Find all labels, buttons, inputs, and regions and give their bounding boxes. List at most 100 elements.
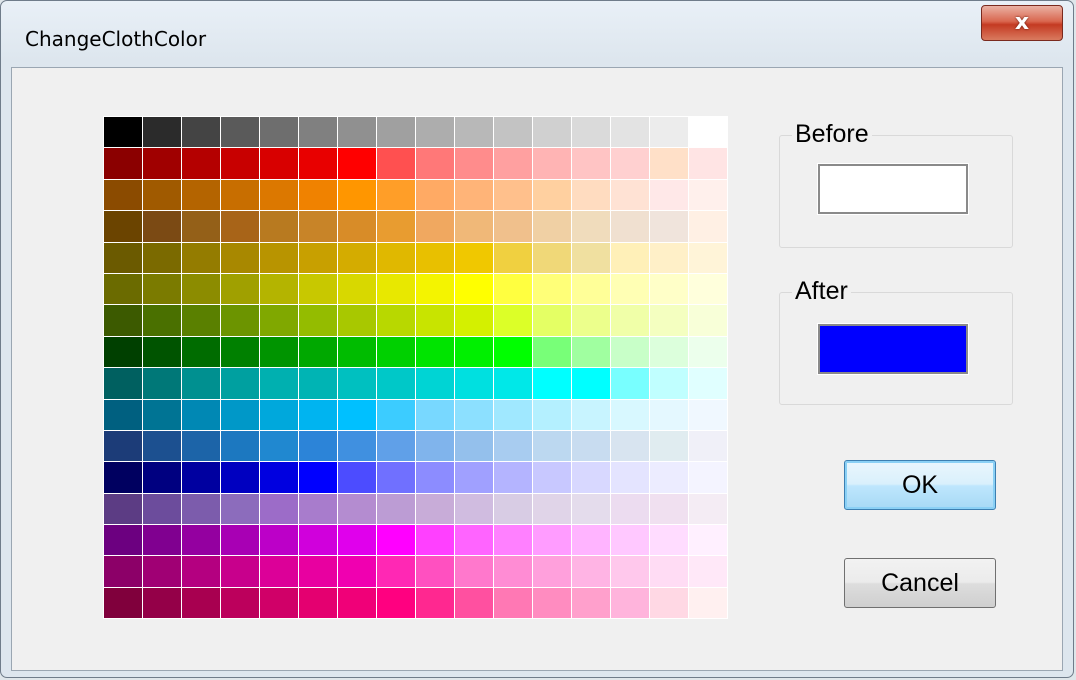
color-swatch[interactable] (221, 273, 259, 305)
color-swatch[interactable] (572, 117, 610, 148)
color-swatch[interactable] (572, 430, 610, 462)
color-swatch[interactable] (689, 399, 727, 430)
color-swatch[interactable] (572, 273, 610, 305)
color-swatch[interactable] (494, 587, 532, 619)
color-swatch[interactable] (611, 525, 649, 556)
color-swatch[interactable] (143, 273, 181, 305)
color-swatch[interactable] (221, 587, 259, 619)
color-swatch[interactable] (143, 336, 181, 368)
color-swatch[interactable] (455, 305, 493, 336)
color-swatch[interactable] (533, 305, 571, 336)
color-swatch[interactable] (260, 430, 298, 462)
color-swatch[interactable] (104, 117, 142, 148)
color-swatch[interactable] (221, 179, 259, 211)
color-swatch[interactable] (650, 305, 688, 336)
color-swatch[interactable] (416, 368, 454, 399)
color-swatch[interactable] (455, 493, 493, 525)
color-swatch[interactable] (689, 117, 727, 148)
color-swatch[interactable] (143, 399, 181, 430)
color-swatch[interactable] (338, 399, 376, 430)
color-swatch[interactable] (182, 336, 220, 368)
color-swatch[interactable] (611, 148, 649, 179)
color-swatch[interactable] (494, 399, 532, 430)
color-swatch[interactable] (533, 368, 571, 399)
color-swatch[interactable] (689, 556, 727, 587)
color-swatch[interactable] (377, 179, 415, 211)
color-swatch[interactable] (650, 273, 688, 305)
color-swatch[interactable] (260, 211, 298, 242)
color-swatch[interactable] (455, 211, 493, 242)
color-swatch[interactable] (650, 430, 688, 462)
cancel-button[interactable]: Cancel (844, 558, 996, 608)
color-swatch[interactable] (338, 117, 376, 148)
color-swatch[interactable] (455, 273, 493, 305)
color-swatch[interactable] (143, 305, 181, 336)
color-swatch[interactable] (377, 493, 415, 525)
color-swatch[interactable] (650, 179, 688, 211)
color-swatch[interactable] (572, 525, 610, 556)
color-swatch[interactable] (299, 399, 337, 430)
color-swatch[interactable] (104, 430, 142, 462)
color-swatch[interactable] (299, 179, 337, 211)
color-swatch[interactable] (533, 273, 571, 305)
color-swatch[interactable] (650, 336, 688, 368)
color-swatch[interactable] (260, 336, 298, 368)
color-swatch[interactable] (689, 211, 727, 242)
color-swatch[interactable] (221, 556, 259, 587)
color-swatch[interactable] (260, 399, 298, 430)
color-swatch[interactable] (182, 242, 220, 273)
color-swatch[interactable] (299, 273, 337, 305)
color-swatch[interactable] (377, 368, 415, 399)
close-button[interactable]: x (981, 5, 1063, 41)
color-swatch[interactable] (689, 368, 727, 399)
color-swatch[interactable] (143, 430, 181, 462)
color-swatch[interactable] (182, 148, 220, 179)
color-swatch[interactable] (299, 148, 337, 179)
color-swatch[interactable] (260, 462, 298, 493)
color-swatch[interactable] (182, 430, 220, 462)
color-swatch[interactable] (338, 336, 376, 368)
color-swatch[interactable] (143, 211, 181, 242)
color-swatch[interactable] (338, 587, 376, 619)
color-swatch[interactable] (182, 211, 220, 242)
color-swatch[interactable] (260, 556, 298, 587)
color-swatch[interactable] (221, 148, 259, 179)
color-swatch[interactable] (611, 587, 649, 619)
color-swatch[interactable] (377, 148, 415, 179)
color-swatch[interactable] (650, 211, 688, 242)
color-swatch[interactable] (650, 368, 688, 399)
color-swatch[interactable] (533, 211, 571, 242)
color-swatch[interactable] (455, 179, 493, 211)
color-swatch[interactable] (455, 587, 493, 619)
color-swatch[interactable] (260, 117, 298, 148)
color-swatch[interactable] (377, 211, 415, 242)
color-swatch[interactable] (494, 525, 532, 556)
color-swatch[interactable] (377, 305, 415, 336)
color-swatch[interactable] (689, 462, 727, 493)
color-swatch[interactable] (260, 493, 298, 525)
color-swatch[interactable] (572, 179, 610, 211)
color-swatch[interactable] (572, 493, 610, 525)
color-swatch[interactable] (611, 556, 649, 587)
color-swatch[interactable] (650, 556, 688, 587)
color-swatch[interactable] (260, 368, 298, 399)
color-swatch[interactable] (221, 211, 259, 242)
color-swatch[interactable] (611, 273, 649, 305)
color-swatch[interactable] (455, 242, 493, 273)
color-swatch[interactable] (533, 242, 571, 273)
color-swatch[interactable] (299, 117, 337, 148)
color-swatch[interactable] (143, 117, 181, 148)
color-swatch[interactable] (338, 525, 376, 556)
color-swatch[interactable] (572, 399, 610, 430)
color-swatch[interactable] (533, 117, 571, 148)
color-swatch[interactable] (416, 336, 454, 368)
color-swatch[interactable] (221, 462, 259, 493)
color-swatch[interactable] (182, 462, 220, 493)
color-swatch[interactable] (104, 399, 142, 430)
color-swatch[interactable] (416, 273, 454, 305)
color-swatch[interactable] (377, 273, 415, 305)
color-swatch[interactable] (299, 430, 337, 462)
color-swatch[interactable] (299, 525, 337, 556)
color-swatch[interactable] (455, 148, 493, 179)
title-bar[interactable]: ChangeClothColor x (1, 1, 1073, 67)
